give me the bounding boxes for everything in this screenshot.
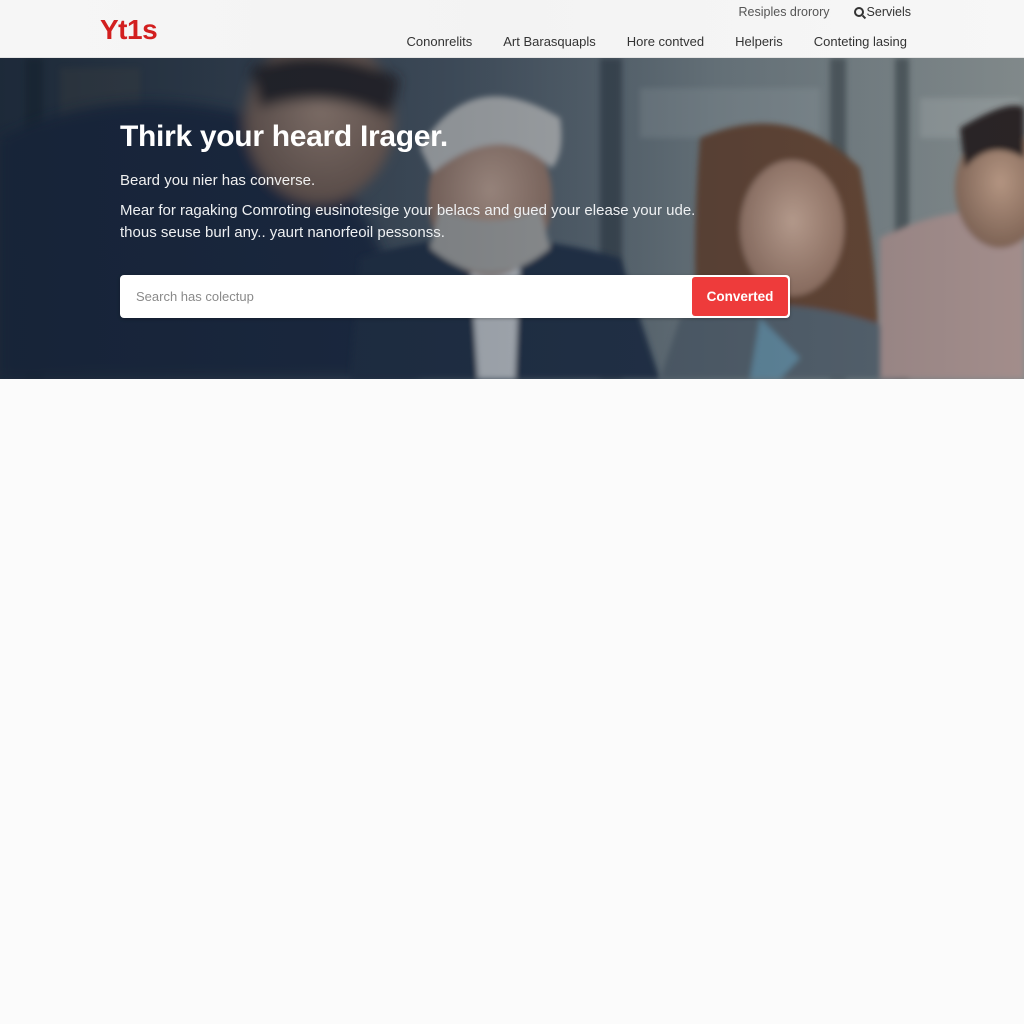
logo[interactable]: Yt1s	[100, 14, 158, 46]
hero-title: Thirk your heard Irager.	[120, 120, 448, 153]
nav-item-3[interactable]: Hore contved	[627, 34, 704, 49]
utility-link-services[interactable]: Serviels	[853, 5, 911, 19]
utility-link-services-label: Serviels	[866, 5, 911, 19]
search-icon	[853, 7, 864, 17]
hero-subtitle: Beard you nier has converse.	[120, 172, 316, 189]
nav-item-5[interactable]: Conteting lasing	[814, 34, 907, 49]
utility-link-resources[interactable]: Resiples drorory	[739, 5, 830, 19]
main-nav: Cononrelits Art Barasquapls Hore contved…	[406, 34, 907, 49]
nav-item-4[interactable]: Helperis	[735, 34, 783, 49]
convert-button[interactable]: Converted	[692, 277, 788, 316]
hero-section: Thirk your heard Irager. Beard you nier …	[0, 58, 1024, 379]
search-form: Converted	[120, 275, 790, 318]
site-header: Yt1s Resiples drorory Serviels Cononreli…	[0, 0, 1024, 58]
nav-item-2[interactable]: Art Barasquapls	[503, 34, 596, 49]
search-input[interactable]	[120, 275, 692, 318]
nav-item-1[interactable]: Cononrelits	[406, 34, 472, 49]
hero-description: Mear for ragaking Comroting eusinotesige…	[120, 202, 696, 241]
utility-nav: Resiples drorory Serviels	[739, 5, 911, 19]
main-content-area	[0, 379, 1024, 1024]
